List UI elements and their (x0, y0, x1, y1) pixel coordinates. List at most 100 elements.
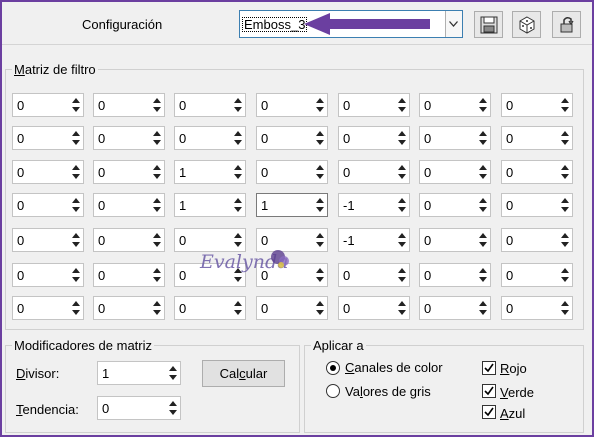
matrix-cell-r5-c1[interactable]: 0 (12, 228, 84, 252)
spin-arrows-icon[interactable] (559, 230, 571, 250)
matrix-cell-r2-c6[interactable]: 0 (419, 126, 491, 150)
color-channels-radio[interactable] (326, 361, 340, 375)
spin-arrows-icon[interactable] (396, 265, 408, 285)
grayscale-values-radio[interactable] (326, 384, 340, 398)
matrix-cell-r2-c5[interactable]: 0 (338, 126, 410, 150)
bias-spinbox[interactable]: 0 (97, 396, 181, 420)
matrix-cell-r3-c6[interactable]: 0 (419, 160, 491, 184)
matrix-cell-r1-c6[interactable]: 0 (419, 93, 491, 117)
matrix-cell-r3-c3[interactable]: 1 (174, 160, 246, 184)
spin-arrows-icon[interactable] (559, 195, 571, 215)
spin-arrows-icon[interactable] (559, 298, 571, 318)
matrix-cell-r7-c3[interactable]: 0 (174, 296, 246, 320)
spin-arrows-icon[interactable] (477, 195, 489, 215)
matrix-cell-r2-c1[interactable]: 0 (12, 126, 84, 150)
spin-arrows-icon[interactable] (167, 363, 179, 383)
matrix-cell-r7-c4[interactable]: 0 (256, 296, 328, 320)
matrix-cell-r2-c7[interactable]: 0 (501, 126, 573, 150)
matrix-cell-r3-c5[interactable]: 0 (338, 160, 410, 184)
matrix-cell-r2-c3[interactable]: 0 (174, 126, 246, 150)
spin-arrows-icon[interactable] (314, 95, 326, 115)
matrix-cell-r7-c5[interactable]: 0 (338, 296, 410, 320)
spin-arrows-icon[interactable] (232, 128, 244, 148)
spin-arrows-icon[interactable] (396, 195, 408, 215)
matrix-cell-r6-c2[interactable]: 0 (93, 263, 165, 287)
spin-arrows-icon[interactable] (477, 95, 489, 115)
green-checkbox[interactable] (482, 384, 496, 398)
spin-arrows-icon[interactable] (70, 195, 82, 215)
color-channels-label[interactable]: Canales de color (345, 360, 443, 375)
matrix-cell-r3-c2[interactable]: 0 (93, 160, 165, 184)
spin-arrows-icon[interactable] (314, 128, 326, 148)
calculate-button[interactable]: Calcular (202, 360, 285, 387)
spin-arrows-icon[interactable] (151, 265, 163, 285)
spin-arrows-icon[interactable] (70, 162, 82, 182)
matrix-cell-r6-c5[interactable]: 0 (338, 263, 410, 287)
matrix-cell-r1-c7[interactable]: 0 (501, 93, 573, 117)
spin-arrows-icon[interactable] (477, 298, 489, 318)
matrix-cell-r1-c3[interactable]: 0 (174, 93, 246, 117)
spin-arrows-icon[interactable] (477, 265, 489, 285)
spin-arrows-icon[interactable] (232, 298, 244, 318)
save-preset-button[interactable] (474, 11, 503, 38)
matrix-cell-r3-c1[interactable]: 0 (12, 160, 84, 184)
spin-arrows-icon[interactable] (559, 95, 571, 115)
spin-arrows-icon[interactable] (314, 162, 326, 182)
matrix-cell-r1-c4[interactable]: 0 (256, 93, 328, 117)
matrix-cell-r6-c7[interactable]: 0 (501, 263, 573, 287)
matrix-cell-r7-c1[interactable]: 0 (12, 296, 84, 320)
matrix-cell-r4-c5[interactable]: -1 (338, 193, 410, 217)
spin-arrows-icon[interactable] (151, 298, 163, 318)
red-checkbox[interactable] (482, 361, 496, 375)
spin-arrows-icon[interactable] (314, 230, 326, 250)
matrix-cell-r1-c1[interactable]: 0 (12, 93, 84, 117)
chevron-down-icon[interactable] (445, 11, 462, 37)
matrix-cell-r4-c2[interactable]: 0 (93, 193, 165, 217)
grayscale-values-label[interactable]: Valores de gris (345, 384, 431, 399)
spin-arrows-icon[interactable] (232, 95, 244, 115)
red-label[interactable]: Rojo (500, 361, 527, 376)
matrix-cell-r4-c6[interactable]: 0 (419, 193, 491, 217)
spin-arrows-icon[interactable] (70, 128, 82, 148)
spin-arrows-icon[interactable] (70, 298, 82, 318)
spin-arrows-icon[interactable] (477, 162, 489, 182)
matrix-cell-r6-c6[interactable]: 0 (419, 263, 491, 287)
matrix-cell-r4-c4[interactable]: 1 (256, 193, 328, 217)
matrix-cell-r1-c2[interactable]: 0 (93, 93, 165, 117)
blue-label[interactable]: Azul (500, 406, 525, 421)
spin-arrows-icon[interactable] (151, 230, 163, 250)
matrix-cell-r2-c2[interactable]: 0 (93, 126, 165, 150)
blue-checkbox[interactable] (482, 405, 496, 419)
spin-arrows-icon[interactable] (314, 298, 326, 318)
matrix-cell-r4-c7[interactable]: 0 (501, 193, 573, 217)
matrix-cell-r5-c6[interactable]: 0 (419, 228, 491, 252)
matrix-cell-r3-c4[interactable]: 0 (256, 160, 328, 184)
spin-arrows-icon[interactable] (477, 230, 489, 250)
matrix-cell-r3-c7[interactable]: 0 (501, 160, 573, 184)
spin-arrows-icon[interactable] (396, 230, 408, 250)
spin-arrows-icon[interactable] (314, 195, 326, 215)
spin-arrows-icon[interactable] (559, 162, 571, 182)
spin-arrows-icon[interactable] (167, 398, 179, 418)
spin-arrows-icon[interactable] (151, 128, 163, 148)
matrix-cell-r5-c7[interactable]: 0 (501, 228, 573, 252)
spin-arrows-icon[interactable] (559, 265, 571, 285)
spin-arrows-icon[interactable] (559, 128, 571, 148)
spin-arrows-icon[interactable] (396, 95, 408, 115)
matrix-cell-r2-c4[interactable]: 0 (256, 126, 328, 150)
matrix-cell-r5-c2[interactable]: 0 (93, 228, 165, 252)
spin-arrows-icon[interactable] (314, 265, 326, 285)
spin-arrows-icon[interactable] (396, 298, 408, 318)
spin-arrows-icon[interactable] (477, 128, 489, 148)
spin-arrows-icon[interactable] (70, 95, 82, 115)
matrix-cell-r5-c5[interactable]: -1 (338, 228, 410, 252)
matrix-cell-r6-c1[interactable]: 0 (12, 263, 84, 287)
green-label[interactable]: Verde (500, 385, 534, 400)
reset-defaults-button[interactable] (552, 11, 581, 38)
spin-arrows-icon[interactable] (70, 265, 82, 285)
matrix-cell-r7-c6[interactable]: 0 (419, 296, 491, 320)
spin-arrows-icon[interactable] (232, 195, 244, 215)
spin-arrows-icon[interactable] (151, 195, 163, 215)
randomize-button[interactable] (512, 11, 541, 38)
matrix-cell-r7-c2[interactable]: 0 (93, 296, 165, 320)
